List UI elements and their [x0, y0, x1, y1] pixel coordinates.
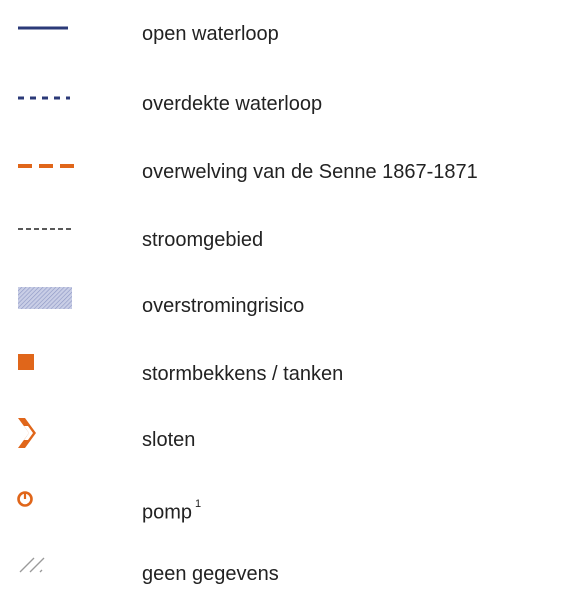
solid-line-icon	[14, 14, 74, 54]
legend-label: geen gegevens	[142, 563, 279, 585]
footnote-marker: 1	[195, 498, 202, 510]
pump-icon	[14, 488, 74, 528]
dashed-line-icon	[14, 152, 76, 192]
legend-label: stormbekkens / tanken	[142, 363, 344, 385]
legend-item-geen-gegevens: geen gegevens	[0, 554, 570, 594]
thin-dashed-line-icon	[14, 220, 74, 260]
pump-label-text: pomp	[142, 501, 193, 524]
legend-label: pomp 1	[142, 495, 201, 526]
legend-item-sloten: sloten	[0, 418, 570, 460]
legend-item-overstromingrisico: overstromingrisico	[0, 286, 570, 326]
dotted-line-icon	[14, 84, 74, 124]
legend-label: overwelving van de Senne 1867-1871	[142, 161, 478, 183]
map-legend: open waterloop overdekte waterloop overw…	[0, 0, 570, 590]
legend-item-pomp: pomp 1	[0, 488, 570, 528]
chevron-icon	[14, 418, 74, 460]
legend-label: overdekte waterloop	[142, 93, 323, 115]
legend-label: sloten	[142, 429, 196, 451]
legend-label: overstromingrisico	[142, 295, 305, 317]
legend-item-overdekte-waterloop: overdekte waterloop	[0, 84, 570, 124]
legend-item-open-waterloop: open waterloop	[0, 14, 570, 54]
square-icon	[14, 354, 74, 394]
diagonal-lines-icon	[14, 554, 74, 594]
hatched-area-icon	[14, 286, 74, 326]
legend-item-stormbekkens: stormbekkens / tanken	[0, 354, 570, 394]
legend-item-stroomgebied: stroomgebied	[0, 220, 570, 260]
legend-label: open waterloop	[142, 23, 279, 45]
legend-label: stroomgebied	[142, 229, 264, 251]
legend-item-overwelving-senne: overwelving van de Senne 1867-1871	[0, 152, 570, 192]
